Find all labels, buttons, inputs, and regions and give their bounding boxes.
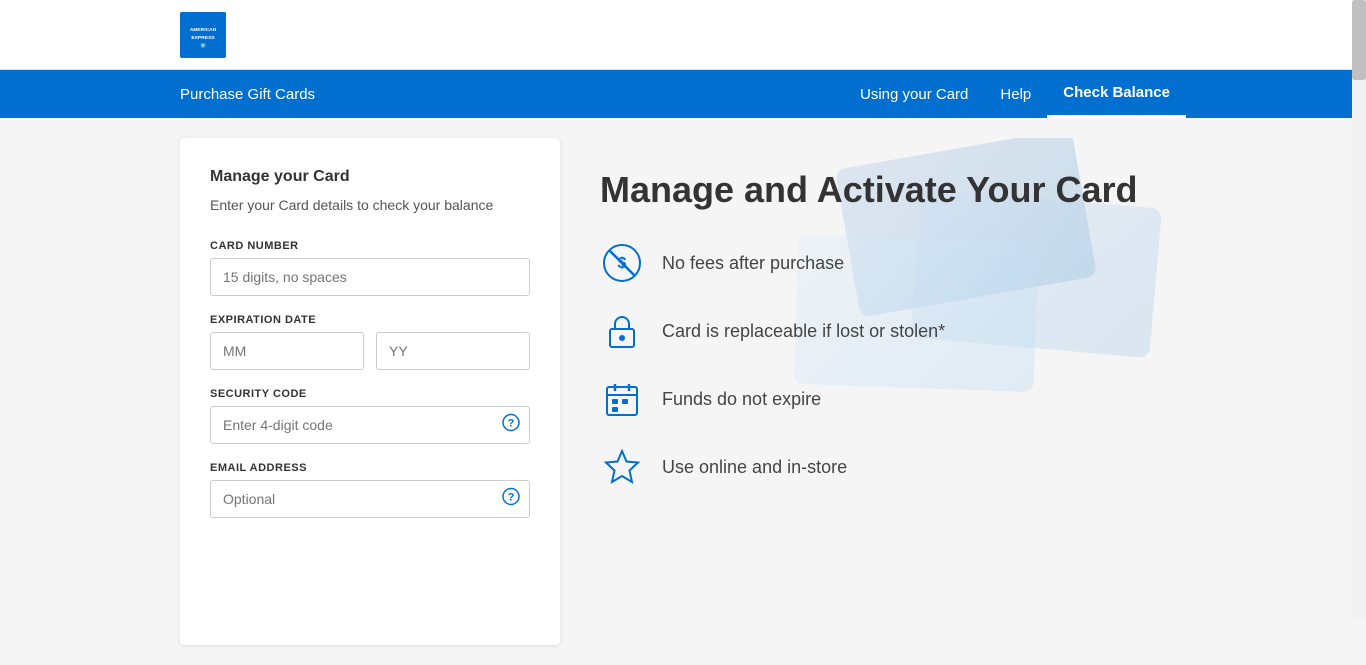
no-expire-text: Funds do not expire [662,389,821,410]
form-panel: Manage your Card Enter your Card details… [180,138,560,645]
form-title: Manage your Card [210,168,530,186]
replaceable-text: Card is replaceable if lost or stolen* [662,321,945,342]
security-code-wrapper: ? [210,406,530,444]
calendar-icon [600,377,644,421]
card-number-input[interactable] [210,258,530,296]
nav-help[interactable]: Help [984,70,1047,118]
email-address-group: EMAIL ADDRESS ? [210,462,530,518]
main-content: Manage your Card Enter your Card details… [0,118,1366,665]
expiration-month-input[interactable] [210,332,364,370]
list-item: $ No fees after purchase [600,241,1146,285]
list-item: Use online and in-store [600,445,1146,489]
email-address-input[interactable] [210,480,530,518]
no-fees-text: No fees after purchase [662,253,844,274]
nav-purchase-gift-cards[interactable]: Purchase Gift Cards [180,70,331,118]
svg-text:®: ® [201,41,206,49]
expiration-date-group: EXPIRATION DATE [210,314,530,370]
email-address-label: EMAIL ADDRESS [210,462,530,474]
navigation: Purchase Gift Cards Using your Card Help… [0,70,1366,118]
amex-logo[interactable]: AMERICAN EXPRESS ® [180,12,226,58]
right-panel: Manage and Activate Your Card $ No fees … [560,138,1186,645]
online-store-text: Use online and in-store [662,457,847,478]
svg-text:?: ? [508,417,515,429]
header: AMERICAN EXPRESS ® [0,0,1366,70]
right-panel-title: Manage and Activate Your Card [600,168,1146,211]
date-row [210,332,530,370]
svg-text:AMERICAN: AMERICAN [190,26,217,32]
scrollbar-thumb[interactable] [1352,0,1366,80]
lock-icon [600,309,644,353]
security-code-group: SECURITY CODE ? [210,388,530,444]
security-code-label: SECURITY CODE [210,388,530,400]
card-number-group: CARD NUMBER [210,240,530,296]
svg-text:$: $ [618,255,627,272]
nav-left: Purchase Gift Cards [180,70,860,118]
star-icon [600,445,644,489]
scrollbar-track[interactable] [1352,0,1366,617]
list-item: Funds do not expire [600,377,1146,421]
email-address-wrapper: ? [210,480,530,518]
security-code-input[interactable] [210,406,530,444]
feature-list: $ No fees after purchase Card is re [600,241,1146,489]
svg-text:EXPRESS: EXPRESS [191,35,215,41]
expiration-date-label: EXPIRATION DATE [210,314,530,326]
right-content: Manage and Activate Your Card $ No fees … [560,138,1186,519]
nav-check-balance[interactable]: Check Balance [1047,70,1186,118]
nav-using-your-card[interactable]: Using your Card [860,70,984,118]
security-code-help-icon[interactable]: ? [502,413,520,436]
svg-text:?: ? [508,491,515,503]
list-item: Card is replaceable if lost or stolen* [600,309,1146,353]
expiration-year-input[interactable] [376,332,530,370]
card-number-label: CARD NUMBER [210,240,530,252]
email-help-icon[interactable]: ? [502,487,520,510]
nav-right: Using your Card Help Check Balance [860,70,1186,118]
no-fees-icon: $ [600,241,644,285]
form-subtitle: Enter your Card details to check your ba… [210,196,530,216]
